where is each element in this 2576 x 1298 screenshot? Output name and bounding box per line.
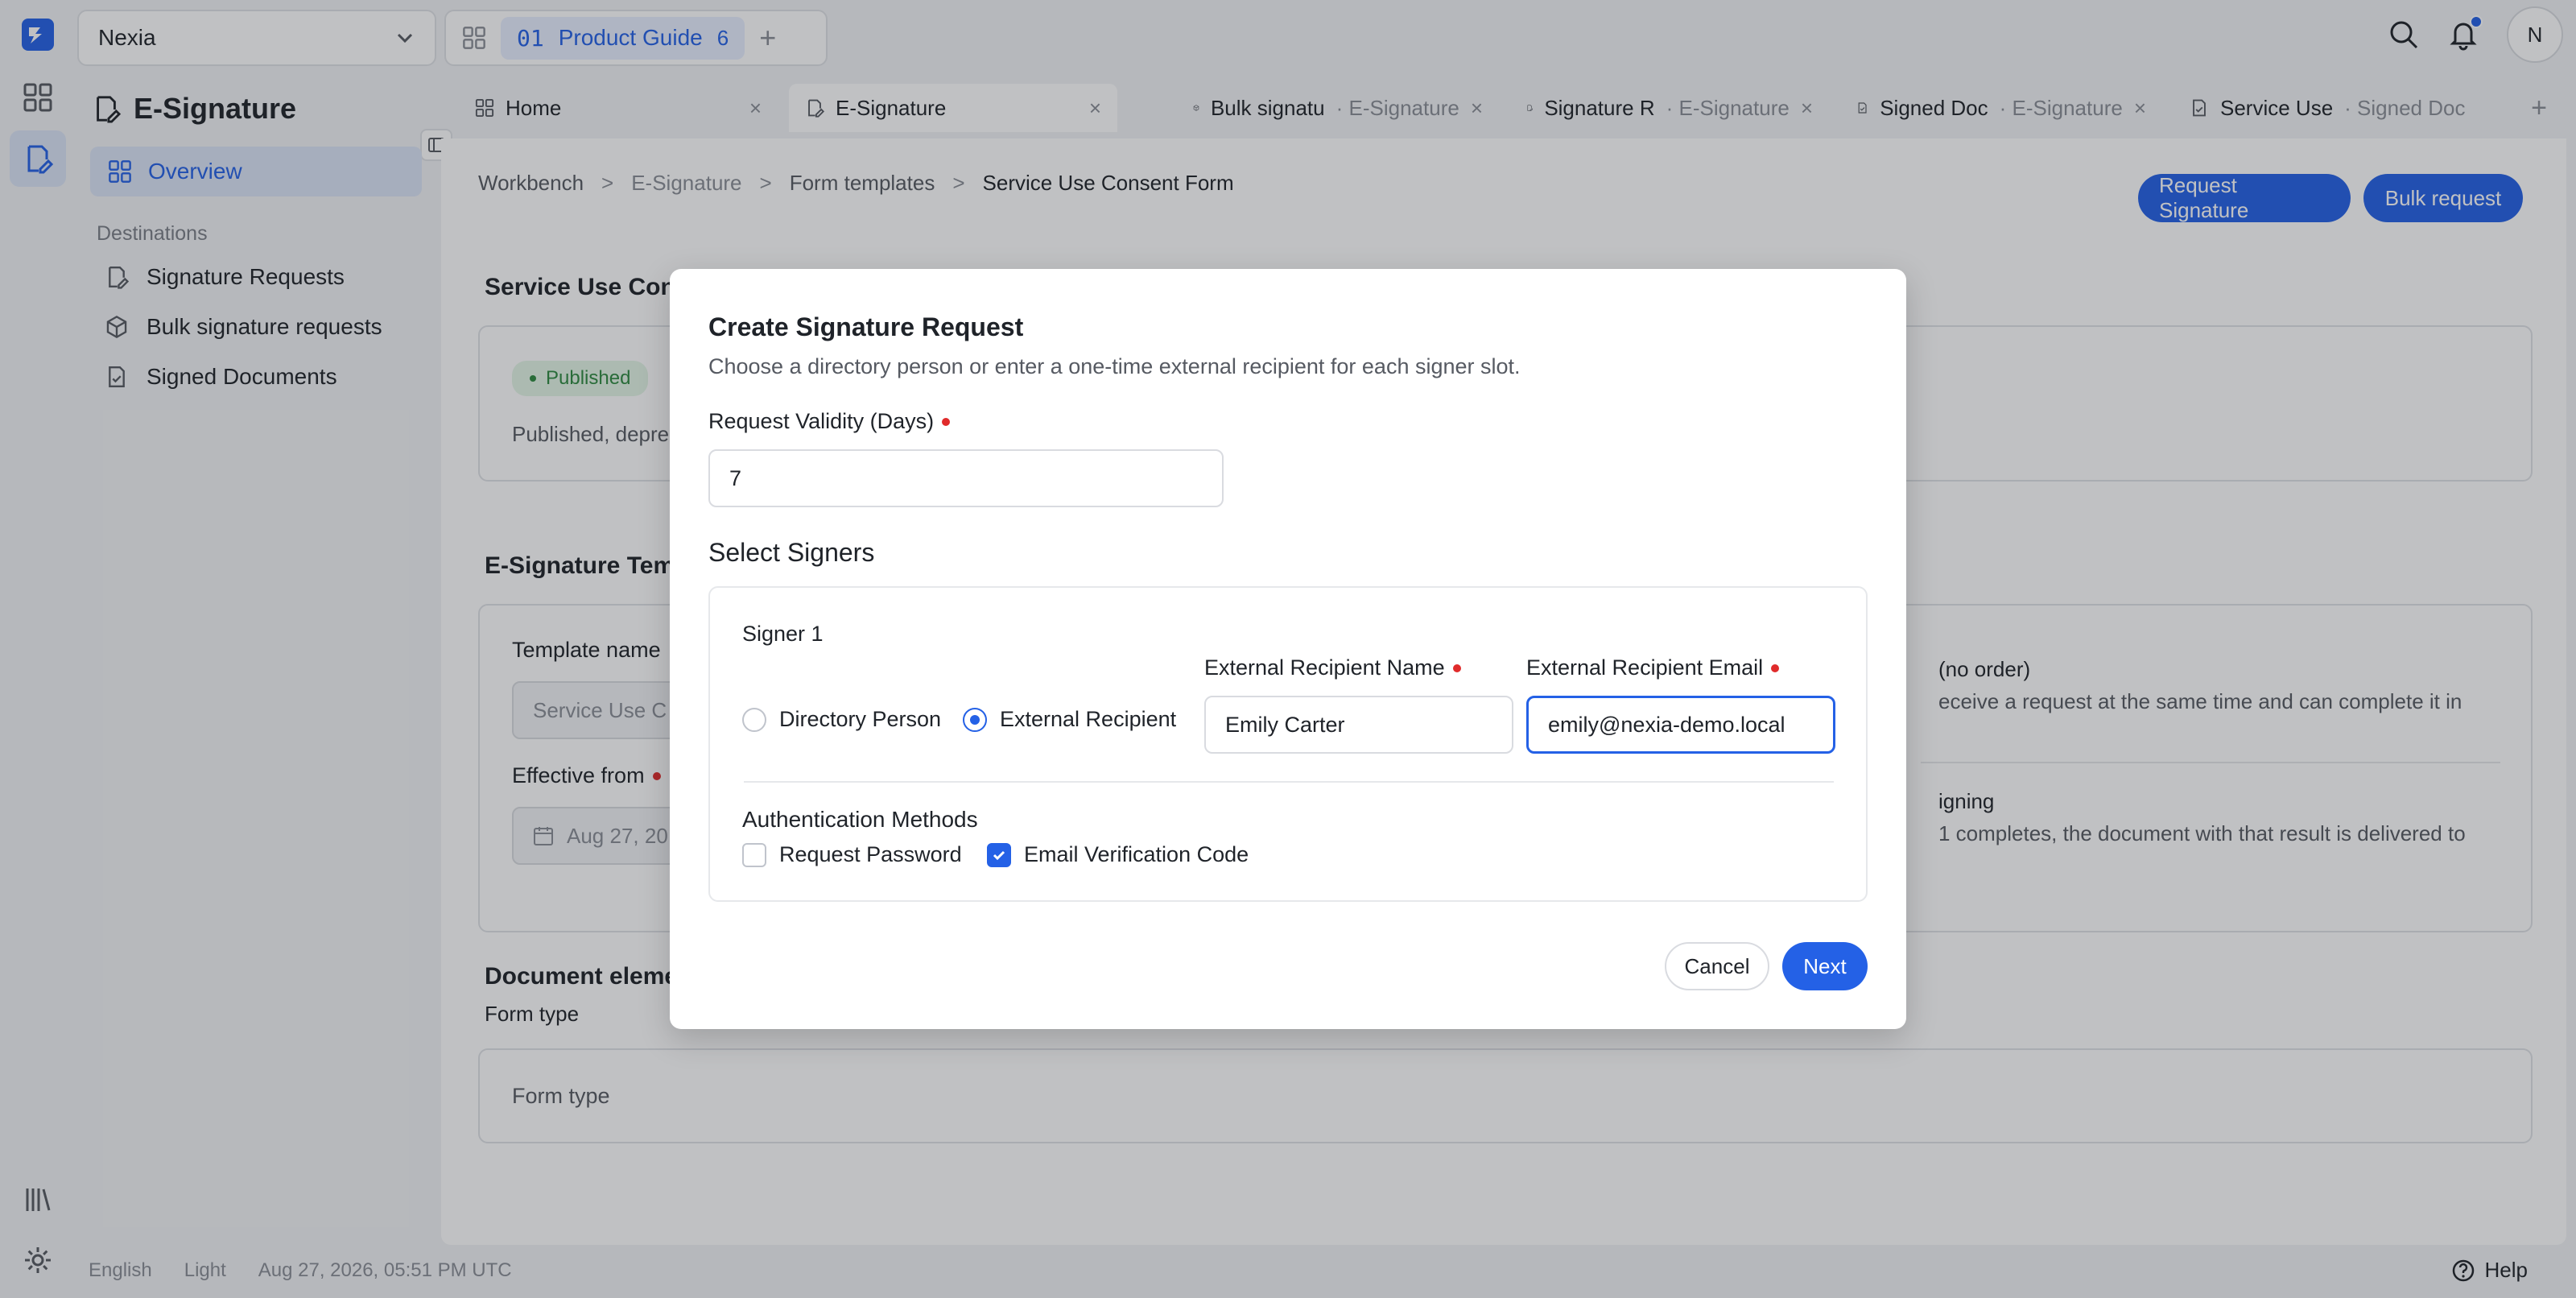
dialog-title: Create Signature Request	[708, 312, 1024, 341]
select-signers-heading: Select Signers	[708, 538, 875, 567]
radio-external-recipient[interactable]	[963, 707, 987, 732]
dialog-description: Choose a directory person or enter a one…	[708, 354, 1521, 378]
auth-request-password[interactable]: Request Password	[742, 842, 962, 867]
option-external-recipient[interactable]: External Recipient	[963, 707, 1176, 732]
signer-title: Signer 1	[742, 622, 824, 646]
validity-input[interactable]: 7	[708, 449, 1224, 507]
check-icon	[993, 850, 1005, 860]
next-button[interactable]: Next	[1782, 942, 1868, 990]
ext-name-input[interactable]: Emily Carter	[1204, 696, 1513, 754]
option-directory-person[interactable]: Directory Person	[742, 707, 941, 732]
ext-name-label: External Recipient Name	[1204, 655, 1461, 680]
auth-email-verification[interactable]: Email Verification Code	[987, 842, 1249, 867]
radio-directory-person[interactable]	[742, 707, 766, 732]
option-label: Directory Person	[779, 707, 942, 731]
checkbox-email-verification[interactable]	[987, 842, 1011, 867]
option-label: Request Password	[779, 842, 962, 866]
option-label: External Recipient	[1000, 707, 1177, 731]
cancel-button[interactable]: Cancel	[1665, 942, 1769, 990]
option-label: Email Verification Code	[1024, 842, 1249, 866]
auth-methods-heading: Authentication Methods	[742, 807, 978, 832]
validity-label: Request Validity (Days)	[708, 409, 951, 434]
ext-email-input[interactable]: emily@nexia-demo.local	[1526, 696, 1835, 754]
create-signature-request-dialog: Create Signature Request Choose a direct…	[670, 269, 1906, 1029]
ext-email-label: External Recipient Email	[1526, 655, 1780, 680]
signer-card: Signer 1 Directory Person External Recip…	[708, 586, 1868, 902]
divider	[744, 781, 1834, 783]
checkbox-request-password[interactable]	[742, 842, 766, 867]
